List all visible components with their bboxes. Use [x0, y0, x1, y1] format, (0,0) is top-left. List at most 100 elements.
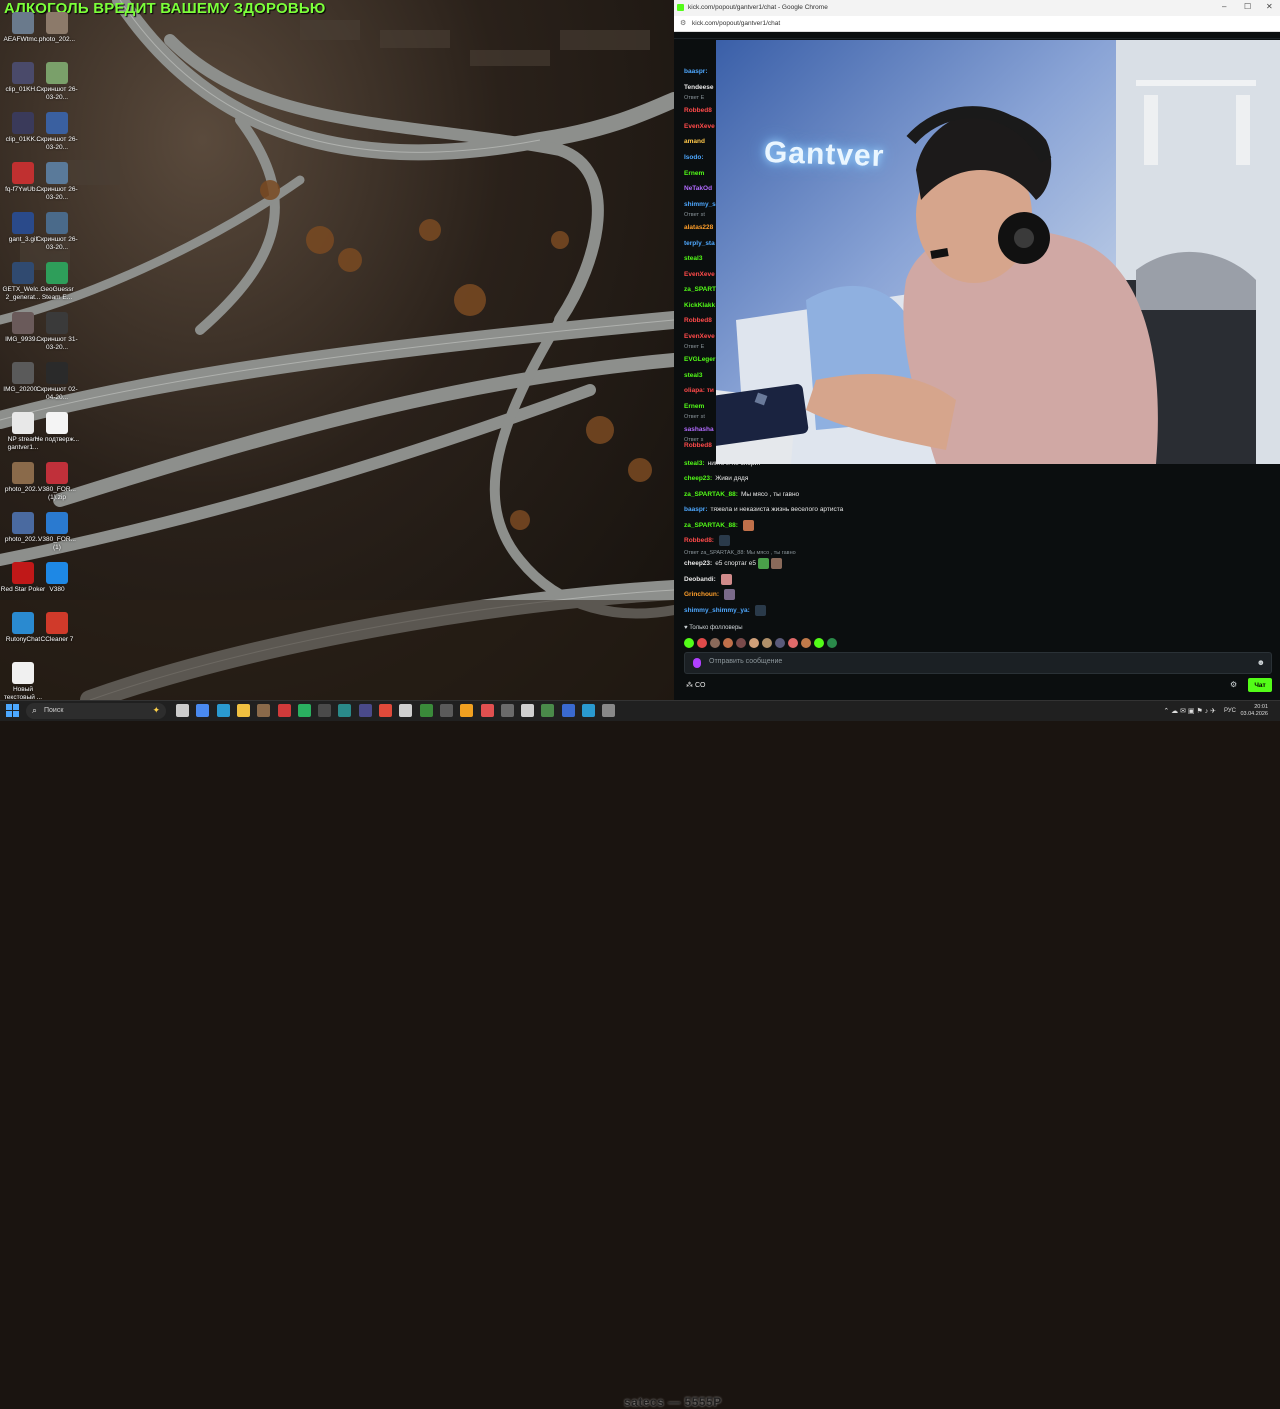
chat-username[interactable]: NeTakOd: [684, 183, 712, 195]
taskbar-app-icon[interactable]: [521, 704, 535, 717]
emote-shortcut-icon[interactable]: [736, 638, 746, 648]
emote-shortcut-icon[interactable]: [684, 638, 694, 648]
chat-username[interactable]: terply_sta: [684, 238, 715, 250]
desktop-icon[interactable]: Скриншот 31-03-20...: [34, 312, 80, 352]
taskbar-app-icon[interactable]: [582, 704, 595, 717]
chat-username[interactable]: sashasha: [684, 424, 714, 436]
chat-emote-icon[interactable]: [758, 558, 770, 569]
taskbar-app-icon[interactable]: [541, 704, 555, 717]
emote-shortcut-icon[interactable]: [697, 638, 707, 648]
desktop-icon[interactable]: photo_202...: [34, 12, 80, 44]
maximize-icon[interactable]: ☐: [1244, 2, 1251, 11]
taskbar-app-icon[interactable]: [460, 704, 474, 717]
chat-username[interactable]: EvenXeve: [684, 331, 715, 343]
chat-username[interactable]: shimmy_shimmy_ya:: [684, 607, 750, 614]
file-explorer-icon[interactable]: [236, 704, 250, 717]
desktop-icon[interactable]: V380_FOR... (1).zip: [34, 462, 80, 502]
task-view-icon[interactable]: [176, 704, 189, 717]
chat-username[interactable]: steal3: [684, 370, 702, 382]
desktop-icon[interactable]: Скриншот 26-03-20...: [34, 62, 80, 102]
emote-quick-bar[interactable]: [684, 635, 840, 648]
taskbar-app-icon[interactable]: [439, 704, 453, 717]
chat-username[interactable]: amand: [684, 136, 705, 148]
address-bar[interactable]: ⚙ kick.com/popout/gantver1/chat: [674, 16, 1280, 32]
taskbar-app-icon[interactable]: [318, 704, 332, 717]
desktop-icon[interactable]: Не подтверж...: [34, 412, 80, 444]
chat-username[interactable]: za_SPART: [684, 284, 716, 296]
chrome-icon[interactable]: [379, 704, 392, 717]
chat-username[interactable]: cheep23:: [684, 475, 712, 482]
taskbar-app-icon[interactable]: [277, 704, 291, 717]
taskbar-app-icon[interactable]: [358, 704, 372, 717]
tray-icons[interactable]: ⌃ ☁ ✉ ▣ ⚑ ♪ ✈: [1163, 707, 1216, 715]
chat-username[interactable]: Grinchoun:: [684, 591, 719, 598]
emote-shortcut-icon[interactable]: [723, 638, 733, 648]
chat-username[interactable]: Robbed8:: [684, 537, 714, 544]
emoji-picker-icon[interactable]: ☻: [1257, 658, 1265, 667]
chat-username[interactable]: Ernem: [684, 401, 704, 413]
channel-points[interactable]: ⁂ CO: [686, 681, 705, 689]
chat-username[interactable]: baaspr:: [684, 506, 707, 513]
taskbar-app-icon[interactable]: [500, 704, 514, 717]
chat-emote-icon[interactable]: [771, 558, 783, 569]
desktop-icon[interactable]: Скриншот 02-04-20...: [34, 362, 80, 402]
chat-username[interactable]: steal3:: [684, 460, 705, 467]
edge-icon[interactable]: [216, 704, 230, 717]
chat-input-box[interactable]: Отправить сообщение ☻: [684, 652, 1272, 674]
desktop-icon[interactable]: Скриншот 26-03-20...: [34, 162, 80, 202]
taskbar-app-icon[interactable]: [602, 704, 616, 717]
desktop-icon[interactable]: Скриншот 26-03-20...: [34, 112, 80, 152]
chat-username[interactable]: EvenXeve: [684, 269, 715, 281]
chat-username[interactable]: Tendeese: [684, 82, 714, 94]
desktop-icon[interactable]: V380: [34, 562, 80, 594]
chat-username[interactable]: EVGLeger: [684, 354, 715, 366]
chat-username[interactable]: baaspr:: [684, 66, 707, 78]
chat-username[interactable]: cheep23:: [684, 560, 712, 567]
taskbar-app-icon[interactable]: [338, 704, 352, 717]
emote-shortcut-icon[interactable]: [775, 638, 785, 648]
emote-shortcut-icon[interactable]: [749, 638, 759, 648]
chat-send-button[interactable]: Чат: [1248, 678, 1272, 692]
chat-settings-icon[interactable]: ⚙: [1230, 680, 1237, 689]
emote-shortcut-icon[interactable]: [788, 638, 798, 648]
chat-username[interactable]: Isodo:: [684, 152, 704, 164]
desktop-icon[interactable]: V380_FOR... (1): [34, 512, 80, 552]
taskbar-app-icon[interactable]: [399, 704, 413, 717]
taskbar-app-icon[interactable]: [561, 704, 575, 717]
emote-shortcut-icon[interactable]: [827, 638, 837, 648]
start-button[interactable]: [6, 704, 20, 718]
chat-emote-icon[interactable]: [724, 589, 736, 600]
chat-username[interactable]: shimmy_s: [684, 199, 716, 211]
chat-username[interactable]: alatas228: [684, 222, 713, 234]
taskbar-search[interactable]: ⌕ Поиск ✦: [26, 703, 166, 719]
site-info-icon[interactable]: ⚙: [680, 19, 686, 27]
emote-shortcut-icon[interactable]: [762, 638, 772, 648]
taskbar-app-icon[interactable]: [257, 704, 271, 717]
emote-shortcut-icon[interactable]: [710, 638, 720, 648]
chat-username[interactable]: Deobandi:: [684, 576, 716, 583]
chat-emote-icon[interactable]: [718, 535, 730, 546]
taskbar-app-icon[interactable]: [297, 704, 311, 717]
taskbar-app-icon[interactable]: [480, 704, 494, 717]
desktop-icon[interactable]: Скриншот 26-03-20...: [34, 212, 80, 252]
chat-username[interactable]: KickKlakk: [684, 300, 715, 312]
chat-emote-icon[interactable]: [754, 605, 766, 616]
taskbar-app-icon[interactable]: [419, 704, 433, 717]
chat-username[interactable]: za_SPARTAK_88:: [684, 522, 738, 529]
language-indicator[interactable]: РУС: [1224, 708, 1236, 714]
emote-shortcut-icon[interactable]: [801, 638, 811, 648]
chat-username[interactable]: Robbed8: [684, 440, 712, 452]
window-titlebar[interactable]: kick.com/popout/gantver1/chat - Google C…: [674, 0, 1280, 16]
minimize-icon[interactable]: –: [1222, 2, 1226, 11]
chrome-taskbar-icon[interactable]: [196, 704, 210, 717]
emote-shortcut-icon[interactable]: [814, 638, 824, 648]
chat-username[interactable]: Ernem: [684, 168, 704, 180]
desktop-icon[interactable]: CCleaner 7: [34, 612, 80, 644]
chat-badge-icon[interactable]: [693, 658, 701, 668]
chat-username[interactable]: Robbed8: [684, 315, 712, 327]
close-icon[interactable]: ✕: [1266, 2, 1273, 11]
chat-emote-icon[interactable]: [742, 520, 754, 531]
chat-username[interactable]: Robbed8: [684, 105, 712, 117]
chat-username[interactable]: steal3: [684, 253, 702, 265]
stream-webcam-overlay[interactable]: Gantver: [716, 40, 1280, 464]
